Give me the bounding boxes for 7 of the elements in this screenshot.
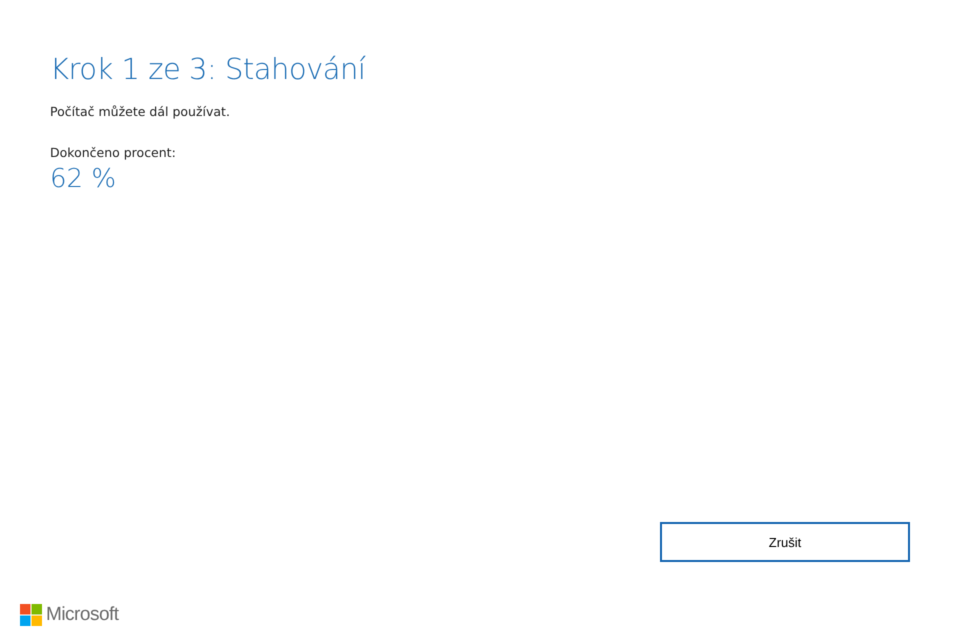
logo-text: Microsoft — [46, 604, 119, 626]
progress-value: 62 % — [50, 164, 116, 194]
cancel-button[interactable]: Zrušit — [660, 522, 910, 562]
logo-icon — [20, 604, 42, 626]
progress-label: Dokončeno procent: — [50, 145, 176, 160]
info-text: Počítač můžete dál používat. — [50, 104, 230, 119]
step-title: Krok 1 ze 3: Stahování — [50, 52, 366, 86]
